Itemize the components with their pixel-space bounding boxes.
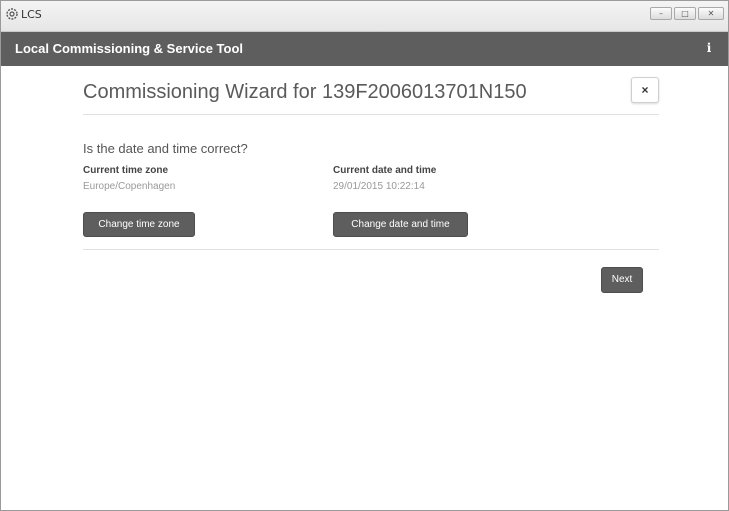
os-window-title: LCS bbox=[21, 8, 42, 21]
wizard-question: Is the date and time correct? bbox=[83, 141, 248, 156]
minimize-button[interactable]: – bbox=[650, 7, 672, 20]
window-close-button[interactable]: ✕ bbox=[698, 7, 724, 20]
footer-divider bbox=[83, 249, 659, 250]
change-date-time-button[interactable]: Change date and time bbox=[333, 212, 468, 237]
time-zone-label: Current time zone bbox=[83, 165, 169, 176]
time-zone-value: Europe/Copenhagen bbox=[83, 181, 176, 192]
next-button[interactable]: Next bbox=[601, 267, 643, 293]
maximize-button[interactable]: □ bbox=[674, 7, 696, 20]
app-header: Local Commissioning & Service Tool i bbox=[1, 32, 728, 66]
os-titlebar: LCS – □ ✕ bbox=[1, 1, 728, 32]
window-controls: – □ ✕ bbox=[650, 7, 724, 20]
date-time-label: Current date and time bbox=[333, 165, 437, 176]
info-button[interactable]: i bbox=[704, 41, 714, 57]
gear-icon bbox=[6, 8, 18, 20]
wizard-close-button[interactable]: × bbox=[631, 77, 659, 103]
app-window: LCS – □ ✕ Local Commissioning & Service … bbox=[0, 0, 729, 511]
date-time-value: 29/01/2015 10:22:14 bbox=[333, 181, 425, 192]
wizard-title: Commissioning Wizard for 139F2006013701N… bbox=[83, 81, 527, 103]
app-title: Local Commissioning & Service Tool bbox=[15, 41, 244, 56]
change-time-zone-button[interactable]: Change time zone bbox=[83, 212, 195, 237]
header-divider bbox=[83, 114, 659, 115]
